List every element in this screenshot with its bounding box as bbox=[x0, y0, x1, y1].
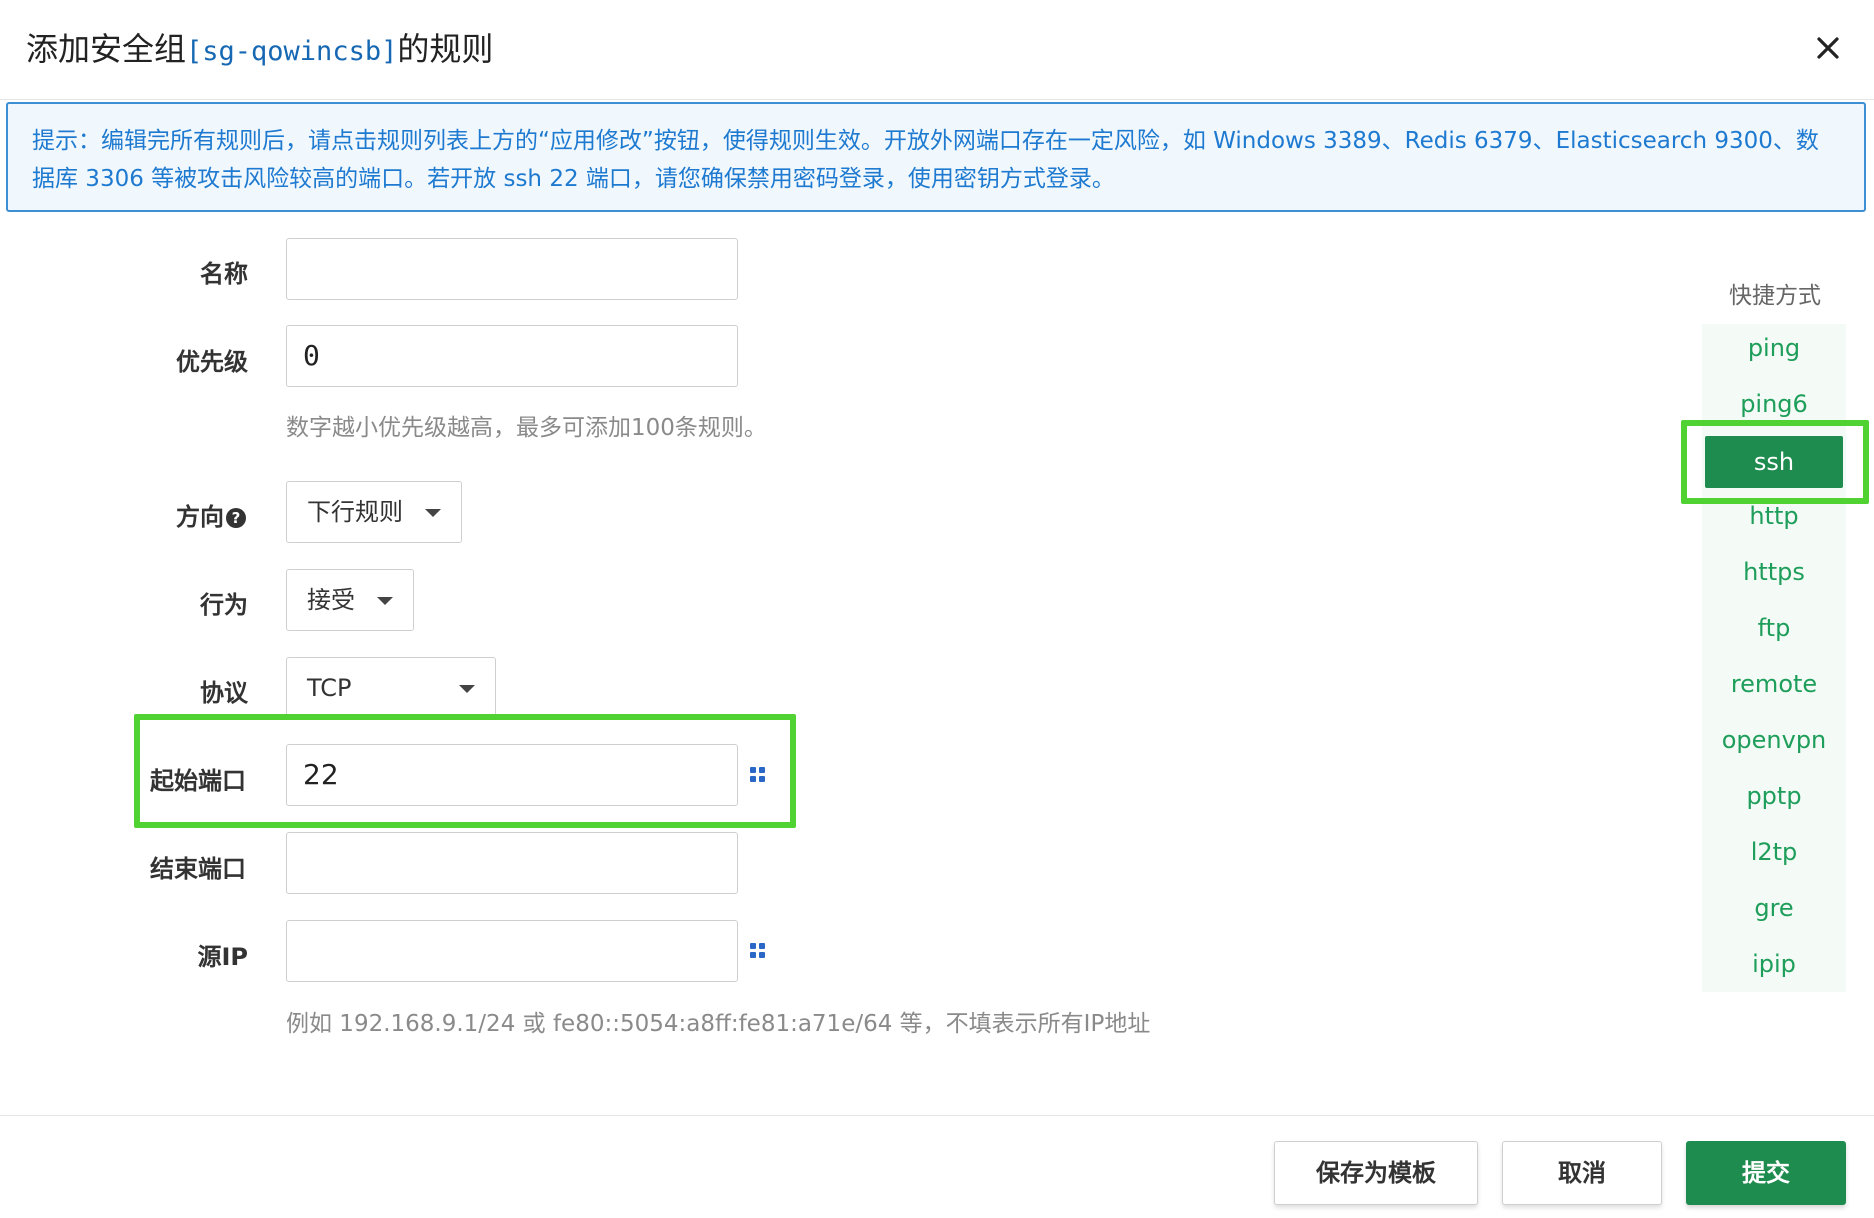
direction-select[interactable]: 下行规则 bbox=[286, 481, 462, 543]
shortcut-ftp[interactable]: ftp bbox=[1702, 604, 1846, 652]
shortcut-ping6[interactable]: ping6 bbox=[1702, 380, 1846, 428]
start-port-input[interactable]: 22 bbox=[286, 744, 738, 806]
save-template-button[interactable]: 保存为模板 bbox=[1274, 1141, 1478, 1205]
priority-input[interactable]: 0 bbox=[286, 325, 738, 387]
start-port-label: 起始端口 bbox=[150, 767, 246, 795]
shortcut-http[interactable]: http bbox=[1702, 492, 1846, 540]
shortcut-ping[interactable]: ping bbox=[1702, 324, 1846, 372]
dialog-header: 添加安全组[sg-qowincsb]的规则 bbox=[0, 0, 1874, 100]
title-suffix: 的规则 bbox=[397, 30, 494, 68]
source-ip-input[interactable] bbox=[286, 920, 738, 982]
footer-divider bbox=[0, 1115, 1874, 1116]
direction-value: 下行规则 bbox=[307, 498, 403, 526]
close-icon[interactable] bbox=[1810, 30, 1846, 66]
submit-button[interactable]: 提交 bbox=[1686, 1141, 1846, 1205]
protocol-value: TCP bbox=[307, 674, 352, 702]
shortcuts-title: 快捷方式 bbox=[1729, 283, 1821, 309]
priority-label: 优先级 bbox=[176, 348, 248, 376]
grid-icon[interactable] bbox=[750, 943, 766, 959]
cancel-button[interactable]: 取消 bbox=[1502, 1141, 1662, 1205]
question-circle-icon[interactable]: ? bbox=[226, 508, 246, 528]
end-port-input[interactable] bbox=[286, 832, 738, 894]
protocol-label: 协议 bbox=[200, 679, 248, 707]
title-prefix: 添加安全组 bbox=[26, 30, 187, 68]
direction-label: 方向? bbox=[66, 497, 246, 532]
chevron-down-icon bbox=[425, 509, 441, 517]
action-label: 行为 bbox=[200, 591, 248, 619]
chevron-down-icon bbox=[459, 685, 475, 693]
action-select[interactable]: 接受 bbox=[286, 569, 414, 631]
security-group-name: [sg-qowincsb] bbox=[186, 36, 398, 67]
grid-icon[interactable] bbox=[750, 767, 766, 783]
shortcut-pptp[interactable]: pptp bbox=[1702, 772, 1846, 820]
action-value: 接受 bbox=[307, 586, 355, 614]
dialog-title: 添加安全组[sg-qowincsb]的规则 bbox=[26, 24, 493, 70]
shortcut-openvpn[interactable]: openvpn bbox=[1702, 716, 1846, 764]
priority-hint: 数字越小优先级越高，最多可添加100条规则。 bbox=[286, 415, 767, 441]
shortcut-remote[interactable]: remote bbox=[1702, 660, 1846, 708]
protocol-select[interactable]: TCP bbox=[286, 657, 496, 719]
name-input[interactable] bbox=[286, 238, 738, 300]
shortcut-ipip[interactable]: ipip bbox=[1702, 940, 1846, 988]
source-ip-label: 源IP bbox=[197, 943, 248, 971]
notice-banner: 提示：编辑完所有规则后，请点击规则列表上方的“应用修改”按钮，使得规则生效。开放… bbox=[6, 102, 1866, 212]
shortcut-l2tp[interactable]: l2tp bbox=[1702, 828, 1846, 876]
shortcut-gre[interactable]: gre bbox=[1702, 884, 1846, 932]
end-port-label: 结束端口 bbox=[150, 855, 246, 883]
source-ip-hint: 例如 192.168.9.1/24 或 fe80::5054:a8ff:fe81… bbox=[286, 1011, 1151, 1037]
name-label: 名称 bbox=[200, 260, 248, 288]
direction-label-text: 方向 bbox=[176, 503, 224, 531]
shortcut-ssh[interactable]: ssh bbox=[1705, 436, 1843, 488]
shortcuts-panel: ping ping6 ssh http https ftp remote ope… bbox=[1702, 324, 1846, 992]
shortcut-https[interactable]: https bbox=[1702, 548, 1846, 596]
chevron-down-icon bbox=[377, 597, 393, 605]
